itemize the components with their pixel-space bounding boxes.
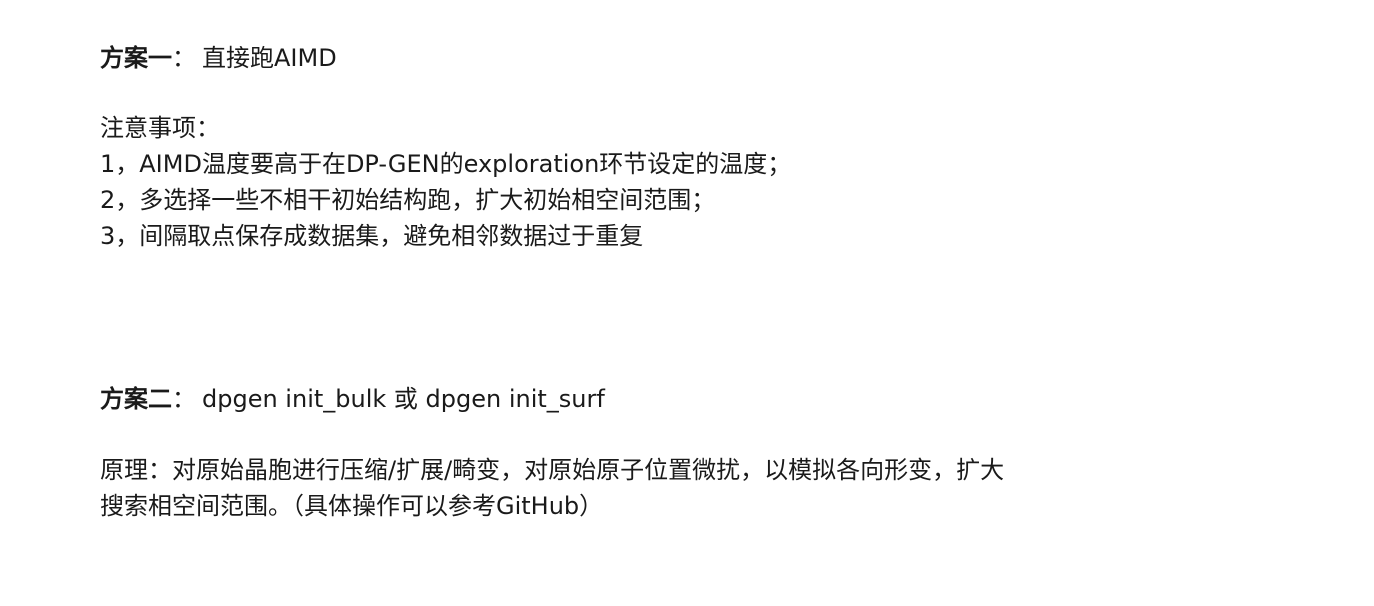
principle-line-1: 原理：对原始晶胞进行压缩/扩展/畸变，对原始原子位置微扰，以模拟各向形变，扩大 xyxy=(100,456,1005,484)
note-item-1: 1，AIMD温度要高于在DP-GEN的exploration环节设定的温度； xyxy=(100,150,792,178)
plan-two-separator: ： xyxy=(172,385,196,413)
plan-one-label: 方案一 xyxy=(100,44,172,72)
plan-one-heading: 方案一： 直接跑AIMD xyxy=(100,41,337,75)
plan-two-title: dpgen init_bulk 或 dpgen init_surf xyxy=(202,385,605,413)
notes-heading: 注意事项： xyxy=(100,114,220,142)
plan-one-separator: ： xyxy=(172,44,196,72)
note-item-3: 3，间隔取点保存成数据集，避免相邻数据过于重复 xyxy=(100,222,644,250)
principle-line-2: 搜索相空间范围。（具体操作可以参考GitHub） xyxy=(100,492,604,520)
plan-one-title: 直接跑AIMD xyxy=(202,44,337,72)
document-page: 方案一： 直接跑AIMD 注意事项： 1，AIMD温度要高于在DP-GEN的exp… xyxy=(0,0,1374,606)
plan-two-label: 方案二 xyxy=(100,385,172,413)
plan-two-heading: 方案二： dpgen init_bulk 或 dpgen init_surf xyxy=(100,382,605,416)
note-item-2: 2，多选择一些不相干初始结构跑，扩大初始相空间范围； xyxy=(100,186,716,214)
